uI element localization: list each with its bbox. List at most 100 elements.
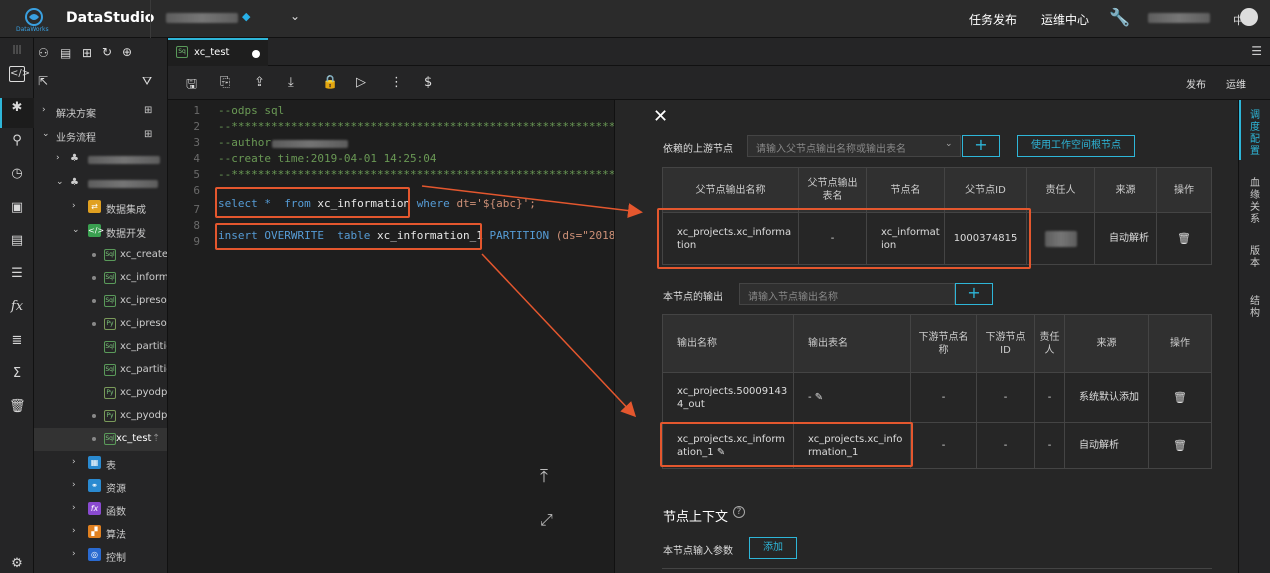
tree-item-label: 业务流程 <box>56 133 96 144</box>
tree-node-xc-partition-2[interactable]: Sql xc_partition <box>34 359 167 382</box>
fullscreen-icon[interactable]: ⤢ <box>540 510 553 530</box>
side-tab-structure[interactable]: 结构 <box>1250 296 1262 320</box>
tab-xc-test[interactable]: Sq xc_test <box>168 38 268 66</box>
col-header: 输出名称 <box>662 314 794 373</box>
tree-item-label: xc_partition <box>120 341 167 352</box>
cell-table: - ✎ <box>793 372 911 423</box>
tree-node-xc-pyodps-2[interactable]: Py xc_pyodps_ <box>34 405 167 428</box>
layers-icon[interactable]: ≣ <box>9 333 25 349</box>
tree-item-functions[interactable]: › fx 函数 <box>34 498 167 521</box>
tree-item-resources[interactable]: › ⚭ 资源 <box>34 475 167 498</box>
delete-icon[interactable]: 🗑 <box>1148 422 1212 469</box>
wrench-icon[interactable]: 🔧 <box>1109 8 1130 28</box>
toolbar-ops-button[interactable]: 运维 <box>1226 76 1246 91</box>
nav-ops-center[interactable]: 运维中心 <box>1041 11 1089 28</box>
tree-node-xc-informa[interactable]: Sql xc_informa <box>34 267 167 290</box>
tree-item-tables[interactable]: › ▦ 表 <box>34 452 167 475</box>
clock-icon[interactable]: ◷ <box>9 166 25 182</box>
grid-icon[interactable]: ⊞ <box>144 105 152 116</box>
delete-icon: 🗑 <box>1148 372 1212 423</box>
save-as-icon[interactable]: ⎘ <box>220 75 230 90</box>
gear-icon[interactable]: ⚙ <box>9 556 25 572</box>
side-tab-active-indicator <box>1239 100 1241 160</box>
close-icon[interactable]: ✕ <box>653 106 668 127</box>
control-icon: ◎ <box>88 548 101 561</box>
tree-item-control[interactable]: › ◎ 控制 <box>34 544 167 567</box>
tree-item-data-integration[interactable]: › ⇄ 数据集成 <box>34 196 167 219</box>
user-filter-icon[interactable]: ⚇ <box>38 46 49 60</box>
filter-icon[interactable]: ⛛ <box>142 74 152 89</box>
delete-icon[interactable]: 🗑 <box>1156 212 1212 265</box>
code-line: --odps sql <box>218 104 285 117</box>
refresh-icon[interactable]: ↻ <box>102 45 112 59</box>
save-icon[interactable]: 🖫 <box>186 75 197 97</box>
project-name-redacted[interactable] <box>166 13 238 23</box>
chevron-down-icon[interactable]: ⌄ <box>290 9 300 23</box>
code-folder-icon: </> <box>88 224 105 237</box>
tree-node-xc-test[interactable]: Sql xc_test ⇡ <box>34 428 167 451</box>
tree-item-flow-redacted-1[interactable]: › ♣ <box>34 148 167 171</box>
status-dot <box>92 414 96 418</box>
sql-node-icon: Sq <box>176 46 188 58</box>
highlight-upstream-row <box>657 208 1031 269</box>
tree-item-data-development[interactable]: ⌄ </> 数据开发 <box>34 220 167 243</box>
side-tab-lineage[interactable]: 血缘关系 <box>1250 178 1262 226</box>
download-icon[interactable]: ⤓ <box>288 75 294 90</box>
function-icon[interactable]: fx <box>9 299 25 315</box>
tree-item-business-flow[interactable]: ⌄ 业务流程 ⊞ <box>34 124 167 147</box>
tree-node-xc-pyodps[interactable]: Py xc_pyodps <box>34 382 167 405</box>
tree-item-flow-redacted-2[interactable]: ⌄ ♣ <box>34 172 167 195</box>
trash-icon[interactable]: 🗑 <box>9 399 26 415</box>
list-icon[interactable]: ☰ <box>9 266 25 282</box>
collapse-handle-icon[interactable]: ||| <box>9 42 25 58</box>
tab-label: xc_test <box>194 47 230 58</box>
code-icon[interactable]: </> <box>9 66 30 82</box>
edit-icon[interactable]: ✎ <box>815 392 823 403</box>
side-tab-version[interactable]: 版本 <box>1250 246 1262 270</box>
cell-down-id: - <box>976 422 1035 469</box>
run-icon[interactable]: ▷ <box>356 75 366 90</box>
new-file-icon[interactable]: ⊞ <box>82 46 92 60</box>
tree-node-xc-partition-1[interactable]: Sql xc_partition <box>34 336 167 359</box>
tree-node-xc-createta[interactable]: Sql xc_createta <box>34 244 167 267</box>
more-icon[interactable]: ⋮ <box>390 75 403 90</box>
add-output-button[interactable]: + <box>955 283 993 305</box>
add-upstream-button[interactable]: + <box>962 135 1000 157</box>
search-icon[interactable]: ⚲ <box>9 133 25 149</box>
side-tab-schedule[interactable]: 调度配置 <box>1250 110 1262 158</box>
output-search-input[interactable]: 请输入节点输出名称 <box>739 283 955 305</box>
highlight-output-row <box>660 422 913 467</box>
avatar[interactable] <box>1240 8 1258 26</box>
unsaved-dot-icon[interactable] <box>252 50 260 58</box>
tree-item-algorithms[interactable]: › ▞ 算法 <box>34 521 167 544</box>
add-param-button[interactable]: 添加 <box>749 537 797 559</box>
submit-icon[interactable]: ⇪ <box>254 75 265 90</box>
help-icon[interactable]: ? <box>733 506 745 518</box>
sql-keyword: PARTITION <box>489 229 550 242</box>
puzzle-icon[interactable]: ✱ <box>9 100 25 116</box>
table-icon[interactable]: ▤ <box>9 233 25 249</box>
locate-icon[interactable]: ⊕ <box>122 45 132 59</box>
edit-box-icon[interactable]: ▣ <box>9 200 25 216</box>
nav-task-publish[interactable]: 任务发布 <box>969 11 1017 28</box>
scroll-top-icon[interactable]: ⤒ <box>540 466 548 487</box>
cell-source: 自动解析 <box>1064 422 1149 469</box>
upstream-search-input[interactable]: 请输入父节点输出名称或输出表名 <box>747 135 961 157</box>
params-table-edge <box>662 568 1212 573</box>
sigma-icon[interactable]: Σ <box>9 366 25 382</box>
tree-item-solutions[interactable]: › 解决方案 ⊞ <box>34 100 167 123</box>
menu-icon[interactable]: ☰ <box>1251 44 1262 58</box>
doc-icon[interactable]: ▤ <box>60 46 71 60</box>
py-node-icon: Py <box>104 410 116 422</box>
use-root-node-button[interactable]: 使用工作空间根节点 <box>1017 135 1135 157</box>
user-name-redacted[interactable] <box>1148 13 1210 23</box>
import-icon[interactable]: ⇱ <box>38 74 48 88</box>
chevron-down-icon[interactable]: ⌄ <box>945 139 953 149</box>
tree-node-xc-ipresou-2[interactable]: Py xc_ipresou <box>34 313 167 336</box>
toolbar-publish-button[interactable]: 发布 <box>1186 76 1206 91</box>
cost-icon[interactable]: $ <box>424 75 432 90</box>
tree-item-label: 数据开发 <box>106 229 146 240</box>
code-editor[interactable]: 1 --odps sql 2 --***********************… <box>168 100 629 573</box>
grid-icon[interactable]: ⊞ <box>144 129 152 140</box>
tree-node-xc-ipresou-1[interactable]: Sql xc_ipresou <box>34 290 167 313</box>
